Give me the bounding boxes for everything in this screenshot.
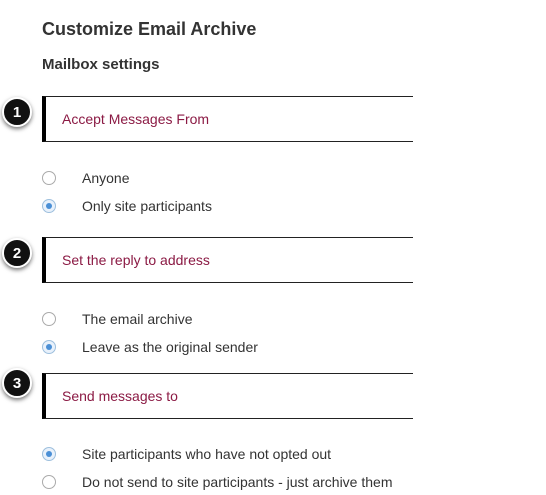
step-badge-3: 3	[2, 368, 32, 398]
radio-button-selected[interactable]	[42, 447, 56, 461]
radio-option-just-archive[interactable]: Do not send to site participants - just …	[42, 472, 392, 492]
radio-label: Leave as the original sender	[82, 339, 258, 355]
radio-option-site-participants[interactable]: Site participants who have not opted out	[42, 444, 331, 464]
section-header-send-messages: Send messages to	[42, 373, 413, 419]
radio-button-selected[interactable]	[42, 199, 56, 213]
radio-option-original-sender[interactable]: Leave as the original sender	[42, 337, 258, 357]
radio-option-anyone[interactable]: Anyone	[42, 168, 129, 188]
radio-label: The email archive	[82, 311, 193, 327]
section-label: Accept Messages From	[62, 111, 210, 127]
radio-button[interactable]	[42, 312, 56, 326]
radio-label: Do not send to site participants - just …	[82, 474, 393, 490]
radio-option-email-archive[interactable]: The email archive	[42, 309, 193, 329]
section-header-reply-to: Set the reply to address	[42, 237, 413, 283]
section-label: Set the reply to address	[62, 252, 210, 268]
page-title: Customize Email Archive	[42, 19, 257, 39]
radio-option-only-site-participants[interactable]: Only site participants	[42, 196, 212, 216]
step-badge-2: 2	[2, 238, 32, 268]
step-badge-1: 1	[2, 97, 32, 127]
radio-label: Only site participants	[82, 198, 212, 214]
radio-button-selected[interactable]	[42, 340, 56, 354]
radio-label: Site participants who have not opted out	[82, 446, 332, 462]
section-label: Send messages to	[62, 388, 178, 404]
page-subtitle: Mailbox settings	[42, 56, 160, 73]
radio-label: Anyone	[82, 170, 130, 186]
radio-button[interactable]	[42, 171, 56, 185]
radio-button[interactable]	[42, 475, 56, 489]
section-header-accept-messages: Accept Messages From	[42, 96, 413, 142]
